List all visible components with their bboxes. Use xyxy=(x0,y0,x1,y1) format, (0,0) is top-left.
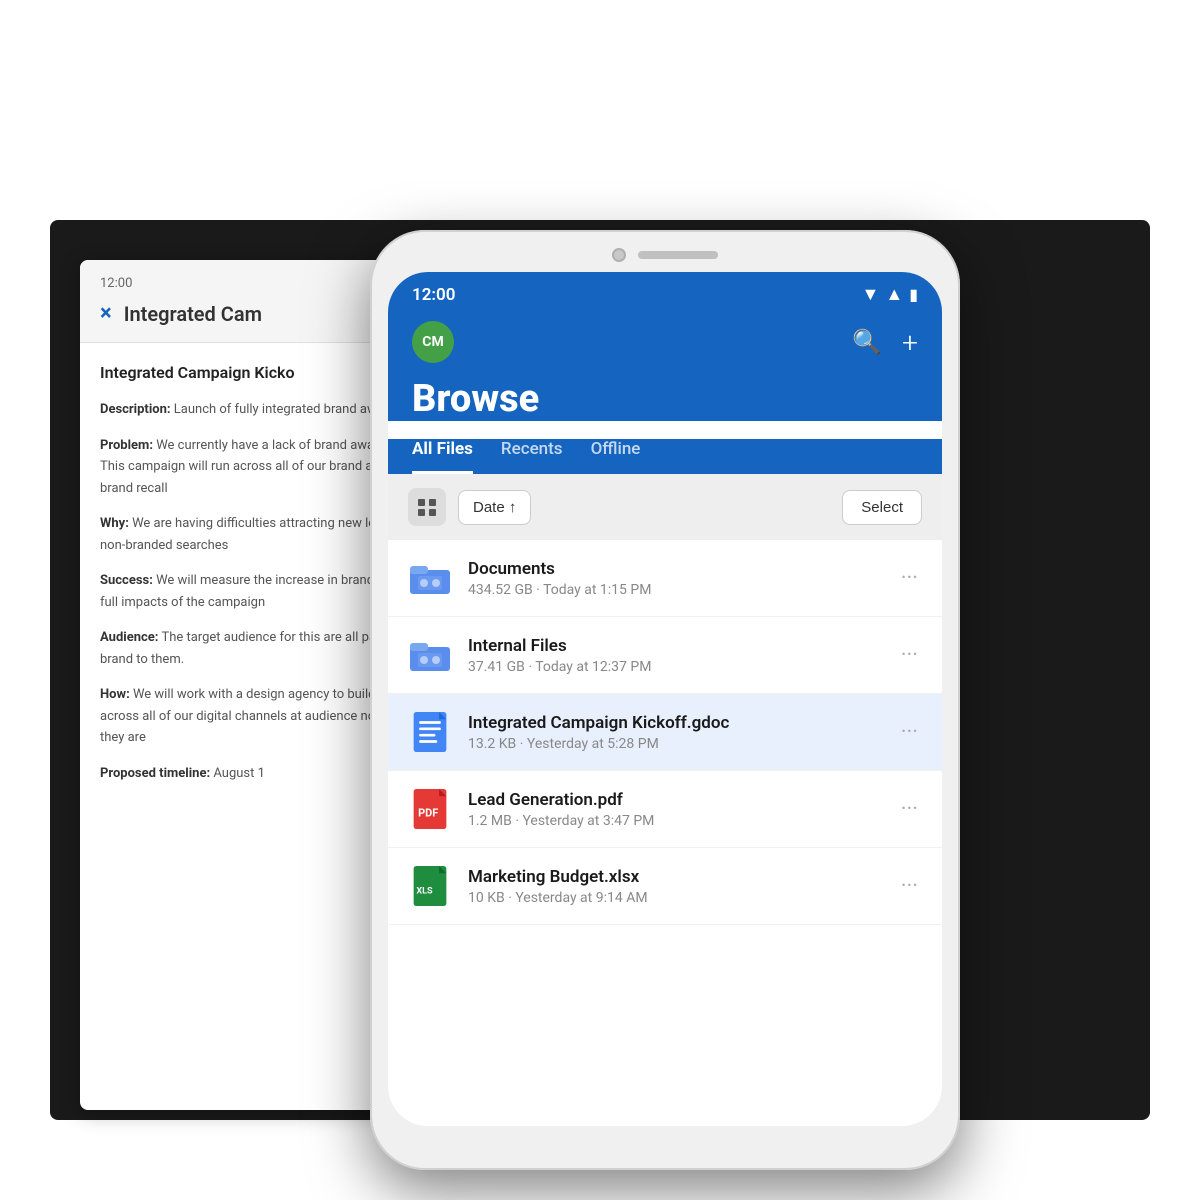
file-name: Integrated Campaign Kickoff.gdoc xyxy=(468,713,881,733)
file-meta: 10 KB · Yesterday at 9:14 AM xyxy=(468,890,881,906)
tab-offline[interactable]: Offline xyxy=(591,439,641,474)
app-header: CM 🔍 + Browse xyxy=(388,313,942,421)
section-text: August 1 xyxy=(210,766,265,781)
file-info: Internal Files 37.41 GB · Today at 12:37 … xyxy=(468,636,881,675)
phone-camera xyxy=(612,248,626,262)
phone-speaker xyxy=(638,251,718,259)
section-label: How: xyxy=(100,687,130,702)
pdf-icon: PDF xyxy=(408,787,452,831)
file-name: Marketing Budget.xlsx xyxy=(468,867,881,887)
file-info: Documents 434.52 GB · Today at 1:15 PM xyxy=(468,559,881,598)
sort-button[interactable]: Date ↑ xyxy=(458,490,531,525)
file-item[interactable]: Documents 434.52 GB · Today at 1:15 PM ··· xyxy=(388,540,942,617)
section-label: Why: xyxy=(100,516,129,531)
app-header-top: CM 🔍 + xyxy=(412,321,918,363)
file-info: Marketing Budget.xlsx 10 KB · Yesterday a… xyxy=(468,867,881,906)
add-icon[interactable]: + xyxy=(902,326,918,359)
user-avatar[interactable]: CM xyxy=(412,321,454,363)
section-label: Success: xyxy=(100,573,153,588)
wifi-icon: ▼ xyxy=(862,284,880,305)
status-bar: 12:00 ▼ ▲ ▮ xyxy=(388,272,942,313)
xlsx-icon: XLS xyxy=(408,864,452,908)
folder-icon xyxy=(408,633,452,677)
file-more-button[interactable]: ··· xyxy=(897,639,922,672)
file-item[interactable]: Integrated Campaign Kickoff.gdoc 13.2 KB … xyxy=(388,694,942,771)
file-more-button[interactable]: ··· xyxy=(897,793,922,826)
file-info: Integrated Campaign Kickoff.gdoc 13.2 KB … xyxy=(468,713,881,752)
section-label: Proposed timeline: xyxy=(100,766,210,781)
back-doc-title: Integrated Cam xyxy=(124,302,262,326)
file-info: Lead Generation.pdf 1.2 MB · Yesterday at… xyxy=(468,790,881,829)
phone-screen: 12:00 ▼ ▲ ▮ CM 🔍 + Browse xyxy=(388,272,942,1126)
file-more-button[interactable]: ··· xyxy=(897,870,922,903)
file-more-button[interactable]: ··· xyxy=(897,716,922,749)
phone-container: 12:00 ▼ ▲ ▮ CM 🔍 + Browse xyxy=(370,230,960,1170)
file-more-button[interactable]: ··· xyxy=(897,562,922,595)
grid-view-icon xyxy=(418,499,436,516)
file-list: Documents 434.52 GB · Today at 1:15 PM ···… xyxy=(388,540,942,925)
file-name: Documents xyxy=(468,559,881,579)
battery-icon: ▮ xyxy=(909,285,918,304)
file-meta: 13.2 KB · Yesterday at 5:28 PM xyxy=(468,736,881,752)
svg-text:PDF: PDF xyxy=(418,806,438,819)
status-icons: ▼ ▲ ▮ xyxy=(862,284,918,305)
file-name: Internal Files xyxy=(468,636,881,656)
signal-icon: ▲ xyxy=(885,284,903,305)
file-item[interactable]: Internal Files 37.41 GB · Today at 12:37 … xyxy=(388,617,942,694)
file-meta: 37.41 GB · Today at 12:37 PM xyxy=(468,659,881,675)
file-item[interactable]: XLS Marketing Budget.xlsx 10 KB · Yesterd… xyxy=(388,848,942,925)
file-name: Lead Generation.pdf xyxy=(468,790,881,810)
back-doc-close[interactable]: × xyxy=(100,301,112,326)
gdoc-icon xyxy=(408,710,452,754)
file-meta: 434.52 GB · Today at 1:15 PM xyxy=(468,582,881,598)
tab-recents[interactable]: Recents xyxy=(501,439,563,474)
section-label: Description: xyxy=(100,402,171,417)
phone-shell: 12:00 ▼ ▲ ▮ CM 🔍 + Browse xyxy=(370,230,960,1170)
phone-top-hardware xyxy=(388,248,942,262)
section-label: Problem: xyxy=(100,438,153,453)
select-button[interactable]: Select xyxy=(842,490,922,525)
folder-icon xyxy=(408,556,452,600)
tab-all-files[interactable]: All Files xyxy=(412,439,473,474)
file-item[interactable]: PDF Lead Generation.pdf 1.2 MB · Yesterda… xyxy=(388,771,942,848)
toolbar: Date ↑ Select xyxy=(388,474,942,540)
browse-title: Browse xyxy=(412,377,918,421)
status-time: 12:00 xyxy=(412,285,455,305)
search-icon[interactable]: 🔍 xyxy=(852,328,882,356)
file-meta: 1.2 MB · Yesterday at 3:47 PM xyxy=(468,813,881,829)
tabs-bar: All Files Recents Offline xyxy=(388,439,942,474)
grid-view-button[interactable] xyxy=(408,488,446,526)
section-label: Audience: xyxy=(100,630,158,645)
svg-text:XLS: XLS xyxy=(416,886,433,896)
header-actions: 🔍 + xyxy=(852,326,918,359)
